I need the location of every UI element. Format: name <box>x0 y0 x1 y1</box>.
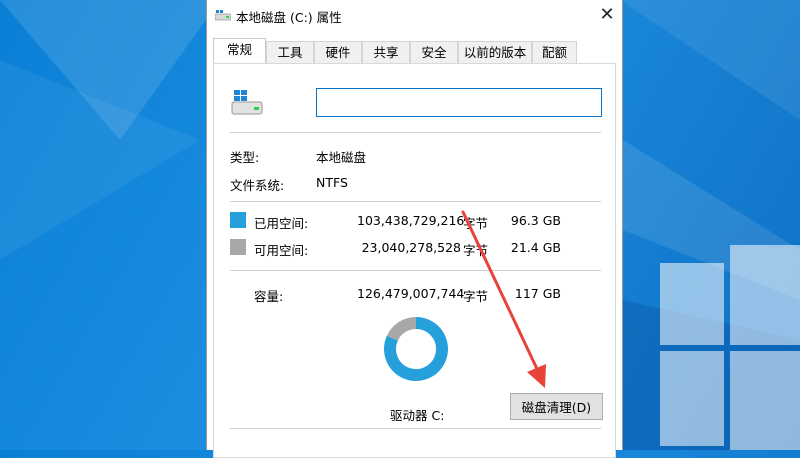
divider <box>230 201 601 202</box>
used-space-swatch <box>230 212 246 228</box>
capacity-bytes: 126,479,007,744 <box>357 286 465 301</box>
drive-name-input[interactable] <box>316 88 602 117</box>
used-space-label: 已用空间: <box>254 216 309 231</box>
tab-tools[interactable]: 工具 <box>266 41 314 63</box>
donut-free-segment <box>386 317 417 342</box>
drive-icon <box>215 10 231 21</box>
disk-cleanup-button[interactable]: 磁盘清理(D) <box>510 393 603 420</box>
type-value: 本地磁盘 <box>316 150 367 165</box>
divider <box>230 132 601 133</box>
tab-hardware[interactable]: 硬件 <box>314 41 362 63</box>
properties-dialog: 本地磁盘 (C:) 属性 ✕ 常规 工具 硬件 共享 安全 以前的版本 配额 类… <box>206 0 623 458</box>
free-space-bytes: 23,040,278,528 <box>361 240 461 255</box>
capacity-size: 117 GB <box>514 286 561 301</box>
tab-security[interactable]: 安全 <box>410 41 458 63</box>
divider <box>230 428 601 429</box>
capacity-unit: 字节 <box>463 289 489 304</box>
type-label: 类型: <box>230 150 260 165</box>
close-icon: ✕ <box>599 4 615 25</box>
window-title: 本地磁盘 (C:) 属性 <box>236 10 342 25</box>
drive-label: 驱动器 C: <box>390 408 445 423</box>
used-space-size: 96.3 GB <box>510 213 561 228</box>
tab-quota[interactable]: 配额 <box>532 41 577 63</box>
used-space-bytes: 103,438,729,216 <box>357 213 465 228</box>
used-space-unit: 字节 <box>463 216 489 231</box>
free-space-size: 21.4 GB <box>510 240 561 255</box>
tab-previous-versions[interactable]: 以前的版本 <box>458 41 532 63</box>
free-space-swatch <box>230 239 246 255</box>
divider <box>230 270 601 271</box>
drive-large-icon <box>231 90 263 115</box>
disk-usage-donut <box>384 317 448 381</box>
tab-general[interactable]: 常规 <box>213 38 266 63</box>
tab-sharing[interactable]: 共享 <box>362 41 410 63</box>
title-bar: 本地磁盘 (C:) 属性 ✕ <box>207 0 622 32</box>
free-space-unit: 字节 <box>463 243 489 258</box>
close-button[interactable]: ✕ <box>592 0 622 30</box>
filesystem-label: 文件系统: <box>230 178 285 193</box>
free-space-label: 可用空间: <box>254 243 309 258</box>
filesystem-value: NTFS <box>316 175 348 190</box>
capacity-label: 容量: <box>254 289 284 304</box>
windows-logo <box>660 245 800 450</box>
